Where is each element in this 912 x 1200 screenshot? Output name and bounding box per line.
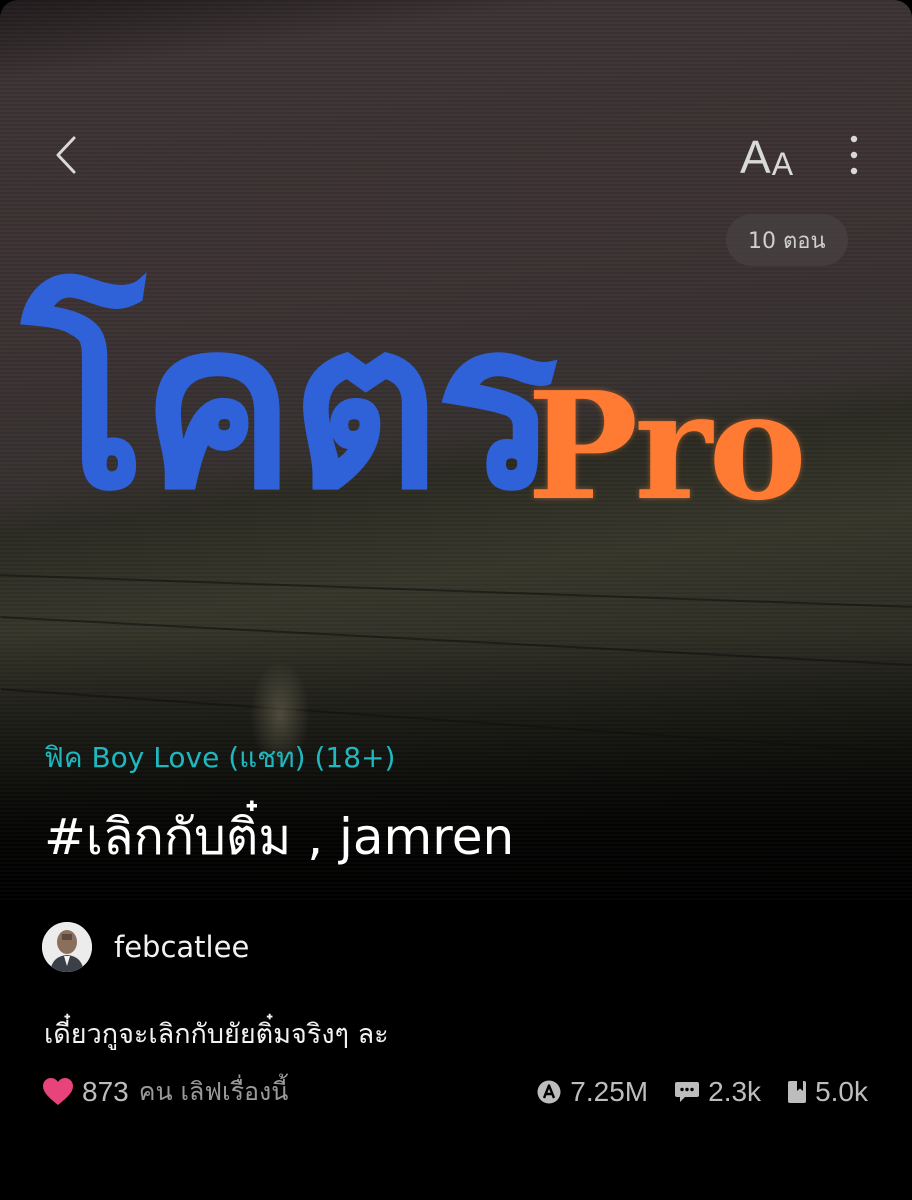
back-chevron-icon <box>56 136 76 174</box>
comments-metric: 2.3k <box>674 1076 761 1108</box>
comments-count: 2.3k <box>708 1076 762 1107</box>
avatar-image <box>42 922 92 972</box>
view-count-icon <box>537 1080 561 1104</box>
stats-row: 873 คน เลิฟเรื่องนี้ 7.25M 2.3k 5.0k <box>42 1070 868 1114</box>
bookmarks-metric: 5.0k <box>787 1076 868 1108</box>
bookmarks-count: 5.0k <box>815 1076 868 1107</box>
story-title: #เลิกกับติ๋ม , jamren <box>44 808 515 866</box>
likes-count: 873 <box>82 1076 129 1107</box>
bookmark-icon <box>788 1081 807 1103</box>
likes-text: คน เลิฟเรื่องนี้ <box>138 1077 289 1106</box>
more-vertical-icon <box>850 135 858 175</box>
views-count: 7.25M <box>570 1076 649 1107</box>
episode-count-badge[interactable]: 10 ตอน <box>726 214 848 266</box>
story-metrics: 7.25M 2.3k 5.0k <box>536 1076 868 1108</box>
story-category[interactable]: ฟิค Boy Love (แชท) (18+) <box>44 736 395 780</box>
author-link[interactable]: febcatlee <box>42 922 249 972</box>
heart-icon[interactable] <box>42 1077 74 1107</box>
comment-icon <box>675 1082 700 1102</box>
cover-logo-thai: โคตร <box>22 271 559 541</box>
story-description: เดี๋ยวกูจะเลิกกับยัยติ๋มจริงๆ ละ <box>44 1019 389 1050</box>
font-size-icon-large: A <box>740 131 771 183</box>
more-options-button[interactable] <box>842 132 866 178</box>
font-size-icon-small: A <box>771 146 794 182</box>
back-button[interactable] <box>48 130 88 180</box>
views-metric: 7.25M <box>536 1076 648 1108</box>
author-avatar[interactable] <box>42 922 92 972</box>
cover-logo-pro: Pro <box>527 359 807 533</box>
font-size-button[interactable]: AA <box>740 130 793 180</box>
likes-summary: 873 คน เลิฟเรื่องนี้ <box>42 1072 288 1112</box>
author-name: febcatlee <box>114 930 250 964</box>
